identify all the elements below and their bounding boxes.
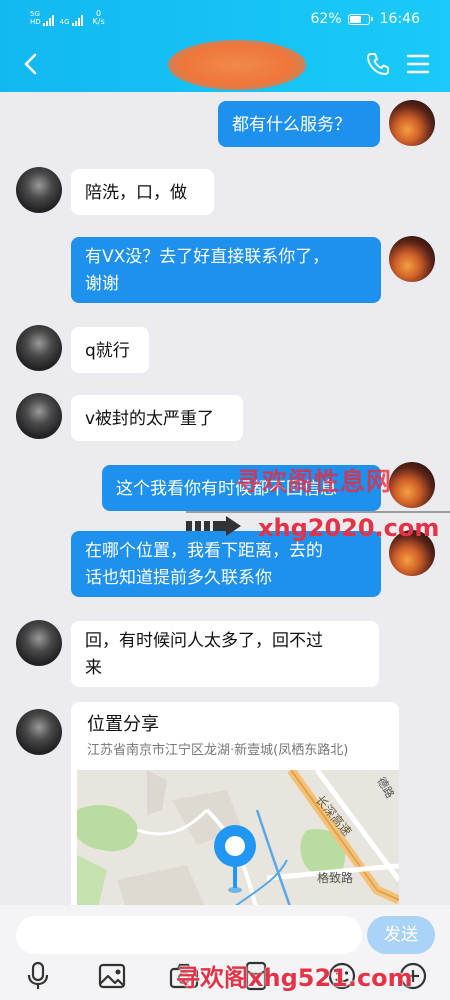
status-bar: 5G HD 4G 0 K/s 62% 16:46 [0, 0, 450, 40]
sim1-label: 5G [30, 10, 40, 18]
my-avatar[interactable] [389, 462, 435, 508]
location-map[interactable]: 长深高速 格致路 德路 [77, 770, 399, 912]
my-avatar[interactable] [389, 100, 435, 146]
net-speed-unit: K/s [92, 17, 105, 26]
contact-avatar[interactable] [16, 325, 62, 371]
contact-avatar[interactable] [16, 393, 62, 439]
message-bubble-incoming[interactable]: 陪洗，口，做 [71, 169, 214, 215]
message-bubble-incoming[interactable]: 回，有时候问人太多了，回不过 来 [71, 621, 379, 687]
top-bar: 5G HD 4G 0 K/s 62% 16:46 [0, 0, 450, 92]
sim2-label: 4G [59, 18, 70, 26]
location-address: 江苏省南京市江宁区龙湖·新壹城(凤栖东路北) [87, 743, 349, 758]
send-button[interactable]: 发送 [367, 916, 435, 954]
menu-icon[interactable] [404, 50, 432, 78]
watermark-middle: xhg2020.com [258, 514, 440, 542]
watermark-arrow-icon [186, 516, 241, 536]
battery-icon [347, 13, 373, 25]
sim1-sub-label: HD [30, 18, 41, 26]
message-bubble-incoming[interactable]: v被封的太严重了 [71, 395, 243, 441]
microphone-icon[interactable] [22, 960, 54, 992]
redaction-scribble [168, 40, 306, 90]
sim1-signal-icon: 5G HD [30, 10, 54, 26]
clock: 16:46 [379, 11, 420, 27]
message-input[interactable] [16, 916, 362, 954]
battery-percent: 62% [310, 11, 342, 27]
sim2-signal-icon: 4G [60, 14, 83, 26]
image-icon[interactable] [96, 960, 128, 992]
watermark-top: 寻欢阁性息网 [236, 467, 393, 496]
contact-avatar[interactable] [16, 709, 62, 755]
message-bubble-incoming[interactable]: q就行 [71, 327, 149, 373]
net-speed: 0 K/s [93, 10, 105, 26]
message-bubble-outgoing[interactable]: 有VX没？去了好直接联系你了， 谢谢 [71, 237, 381, 303]
watermark-bottom: 寻欢阁xhg521.com [176, 964, 413, 992]
map-road-label: 格致路 [317, 870, 353, 885]
phone-icon[interactable] [364, 50, 392, 78]
watermark-divider [186, 511, 450, 513]
message-bubble-outgoing[interactable]: 都有什么服务？ [218, 101, 380, 147]
chevron-left-icon[interactable] [18, 50, 46, 78]
location-card-title: 位置分享 [87, 714, 159, 735]
contact-avatar[interactable] [16, 167, 62, 213]
location-share-card[interactable]: 位置分享 江苏省南京市江宁区龙湖·新壹城(凤栖东路北) 长深高速 格致路 德路 [71, 702, 399, 912]
title-bar [0, 40, 450, 92]
my-avatar[interactable] [389, 236, 435, 282]
contact-avatar[interactable] [16, 620, 62, 666]
